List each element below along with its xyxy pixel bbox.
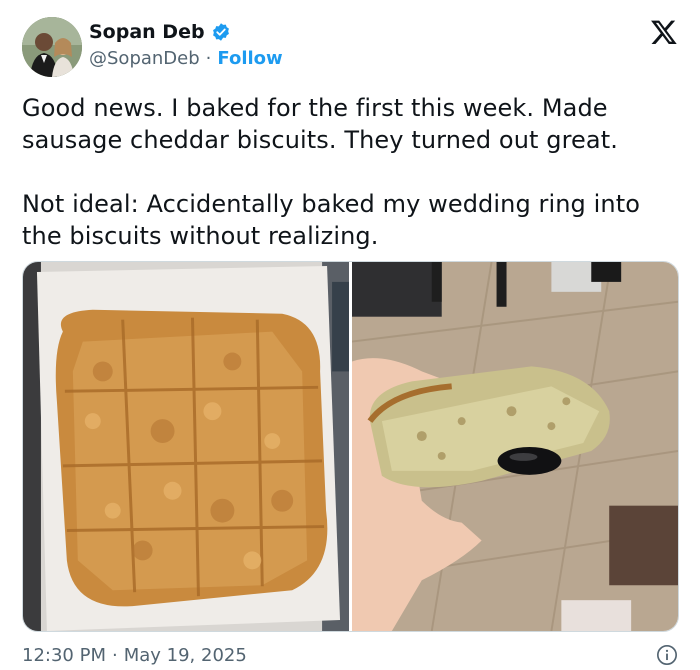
verified-badge-icon (212, 23, 229, 41)
tweet-text: Good news. I baked for the first this we… (22, 92, 682, 252)
tweet-timestamp[interactable]: 12:30 PM · May 19, 2025 (22, 645, 247, 666)
follow-button[interactable]: Follow (217, 48, 282, 69)
tweet-time: 12:30 PM (22, 645, 106, 666)
x-logo-icon[interactable] (650, 18, 678, 46)
tweet-paragraph: Not ideal: Accidentally baked my wedding… (22, 190, 640, 250)
timestamp-separator: · (111, 645, 118, 666)
tweet-paragraph: Good news. I baked for the first this we… (22, 94, 618, 154)
media-grid (22, 261, 679, 632)
display-name[interactable]: Sopan Deb (89, 21, 205, 43)
tweet-date: May 19, 2025 (123, 645, 247, 666)
author-handle[interactable]: @SopanDeb (89, 48, 200, 69)
tweet-card: Sopan Deb @SopanDeb · Follow Good news. … (0, 0, 700, 670)
author-name-row: Sopan Deb (89, 21, 231, 43)
biscuit-with-ring-photo[interactable] (352, 262, 678, 631)
info-icon[interactable] (656, 644, 678, 666)
biscuit-tray-photo[interactable] (23, 262, 349, 631)
author-handle-row: @SopanDeb · Follow (89, 48, 283, 69)
handle-separator: · (205, 48, 212, 69)
avatar-photo (22, 17, 82, 77)
avatar[interactable] (22, 17, 82, 77)
